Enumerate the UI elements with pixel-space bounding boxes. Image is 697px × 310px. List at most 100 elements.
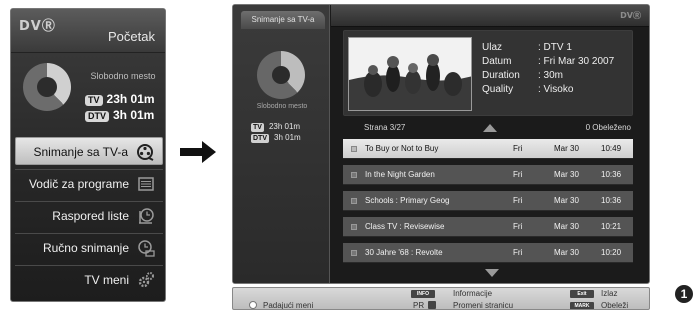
recording-row[interactable]: In the Night Garden Fri Mar 30 10:36 — [343, 165, 633, 185]
mark-checkbox[interactable] — [351, 146, 357, 152]
row-day: Fri — [513, 144, 523, 153]
figure-number-badge: 1 — [675, 285, 693, 303]
free-space-label: Slobodno mesto — [256, 103, 308, 110]
recording-thumbnail — [348, 37, 472, 111]
tv-free-time: TV 23h 01m — [251, 122, 300, 132]
program-guide-icon — [138, 177, 154, 191]
menu-item-label: Ručno snimanje — [42, 241, 129, 255]
tab-recording-from-tv[interactable]: Snimanje sa TV-a — [241, 11, 325, 29]
row-title: Class TV : Revisewise — [365, 222, 445, 231]
recording-info-box: Ulaz Datum Duration Quality : DTV 1 : Fr… — [343, 30, 633, 116]
mark-checkbox[interactable] — [351, 224, 357, 230]
info-label: Ulaz — [482, 42, 503, 53]
row-day: Fri — [513, 170, 523, 179]
row-title: In the Night Garden — [365, 170, 435, 179]
recording-row[interactable]: To Buy or Not to Buy Fri Mar 30 10:49 — [343, 139, 633, 159]
mark-key-badge: MARK — [570, 302, 594, 309]
free-space-donut-icon — [257, 51, 305, 99]
gears-icon — [138, 272, 154, 288]
row-time: 10:36 — [601, 170, 622, 179]
clock-icon — [139, 208, 154, 224]
dvr-logo: DVⓇ — [620, 11, 641, 20]
info-value: : 30m — [538, 70, 564, 81]
dtv-time: 3h 01m — [113, 108, 155, 122]
recording-row[interactable]: 30 Jahre '68 : Revolte Fri Mar 30 10:20 — [343, 243, 633, 263]
menu-item-label: TV meni — [84, 273, 129, 287]
row-day: Fri — [513, 248, 523, 257]
dtv-free-time: DTV 3h 01m — [251, 133, 301, 143]
row-time: 10:49 — [601, 144, 622, 153]
info-value: : Fri Mar 30 2007 — [538, 56, 615, 67]
tv-time: 23h 01m — [106, 92, 155, 106]
row-time: 10:21 — [601, 222, 622, 231]
menu-item-label: Snimanje sa TV-a — [33, 145, 129, 159]
tv-tag: TV — [85, 95, 103, 106]
screen-header: DVⓇ — [331, 5, 649, 27]
marked-count: 0 Obeleženo — [585, 123, 631, 132]
info-values: : DTV 1 : Fri Mar 30 2007 : 30m : Visoko — [538, 41, 614, 97]
right-arrow-icon — [180, 141, 216, 163]
menu-item-program-guide[interactable]: Vodič za programe — [15, 169, 163, 197]
row-day: Fri — [513, 196, 523, 205]
recording-list-screen: Snimanje sa TV-a Slobodno mesto TV 23h 01… — [232, 4, 650, 284]
menu-item-label: Raspored liste — [52, 209, 129, 223]
exit-key-hint: Izlaz — [601, 289, 618, 298]
menu-item-schedule-list[interactable]: Raspored liste — [15, 201, 163, 229]
pr-key-label: PR — [413, 301, 425, 310]
row-day: Fri — [513, 222, 523, 231]
pr-key-hint: Promeni stranicu — [453, 301, 514, 310]
scroll-up-icon[interactable] — [483, 124, 497, 132]
mark-checkbox[interactable] — [351, 198, 357, 204]
dtv-time: 3h 01m — [274, 133, 301, 142]
tv-time: 23h 01m — [268, 122, 301, 131]
menu-item-recording-from-tv[interactable]: Snimanje sa TV-a — [15, 137, 163, 165]
pr-updown-icon — [428, 301, 436, 309]
free-space-donut-icon — [23, 63, 71, 111]
row-date: Mar 30 — [554, 196, 579, 205]
preview-image — [349, 38, 471, 110]
row-time: 10:36 — [601, 196, 622, 205]
row-title: 30 Jahre '68 : Revolte — [365, 248, 443, 257]
info-key-hint: Informacije — [453, 289, 493, 298]
info-key-badge: INFO — [411, 290, 435, 298]
tv-free-time: TV 23h 01m — [85, 92, 155, 106]
exit-key-badge: Exit — [570, 290, 594, 298]
row-date: Mar 30 — [554, 170, 579, 179]
tv-tag: TV — [251, 123, 264, 132]
menu-item-manual-recording[interactable]: Ručno snimanje — [15, 233, 163, 261]
menu-item-label: Vodič za programe — [28, 177, 129, 191]
manual-record-icon — [138, 240, 155, 257]
info-value: : DTV 1 — [538, 42, 572, 53]
page-indicator: Strana 3/27 — [364, 123, 406, 132]
mark-checkbox[interactable] — [351, 250, 357, 256]
menu-title: Početak — [108, 29, 155, 44]
scroll-down-icon[interactable] — [485, 269, 499, 277]
row-date: Mar 30 — [554, 144, 579, 153]
mark-checkbox[interactable] — [351, 172, 357, 178]
info-value: : Visoko — [538, 84, 574, 95]
dvr-logo: DVⓇ — [19, 19, 56, 34]
row-title: Schools : Primary Geog — [365, 196, 450, 205]
row-date: Mar 30 — [554, 248, 579, 257]
recording-row[interactable]: Schools : Primary Geog Fri Mar 30 10:36 — [343, 191, 633, 211]
info-label: Duration — [482, 70, 520, 81]
info-labels: Ulaz Datum Duration Quality — [482, 41, 520, 97]
popup-menu-hint: Padajući meni — [263, 301, 314, 310]
menu-item-tv-menu[interactable]: TV meni — [15, 265, 163, 293]
dtv-tag: DTV — [85, 111, 109, 122]
screen-sidebar: Snimanje sa TV-a Slobodno mesto TV 23h 01… — [233, 5, 330, 283]
row-date: Mar 30 — [554, 222, 579, 231]
recording-row[interactable]: Class TV : Revisewise Fri Mar 30 10:21 — [343, 217, 633, 237]
film-reel-icon — [137, 144, 154, 161]
popup-menu-radio-icon — [249, 301, 257, 309]
list-header: Strana 3/27 0 Obeleženo — [343, 121, 633, 135]
key-legend-bar: Padajući meni INFO Informacije PR Promen… — [232, 287, 650, 310]
row-title: To Buy or Not to Buy — [365, 144, 439, 153]
free-space-label: Slobodno mesto — [90, 71, 156, 81]
row-time: 10:20 — [601, 248, 622, 257]
home-menu-panel: DVⓇ Početak Slobodno mesto TV 23h 01m DTV… — [10, 8, 166, 302]
dtv-tag: DTV — [251, 134, 269, 143]
mark-key-hint: Obeleži — [601, 301, 629, 310]
menu-header: DVⓇ Početak — [11, 9, 165, 53]
dtv-free-time: DTV 3h 01m — [85, 108, 154, 122]
